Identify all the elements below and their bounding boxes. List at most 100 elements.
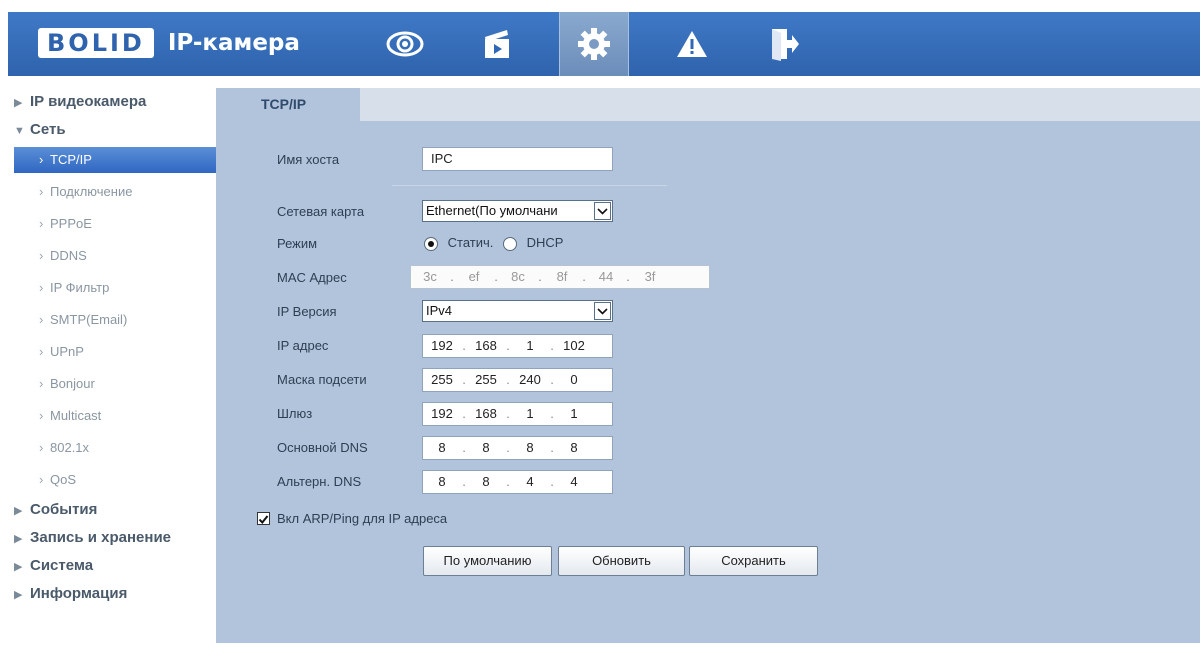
sidebar-item-bonjour[interactable]: › Bonjour — [8, 368, 218, 400]
chevron-right-icon: › — [39, 184, 44, 199]
nic-label: Сетевая карта — [277, 204, 365, 219]
sidebar-item-multicast[interactable]: › Multicast — [8, 400, 218, 432]
ip-octet[interactable]: 168 — [467, 335, 505, 357]
tab-tcpip[interactable]: TCP/IP — [216, 88, 360, 121]
ip-octet[interactable]: 4 — [555, 471, 593, 493]
sidebar-item-ddns[interactable]: › DDNS — [8, 240, 218, 272]
sidebar-item-upnp[interactable]: › UPnP — [8, 336, 218, 368]
sidebar-item-label: DDNS — [50, 248, 87, 263]
sidebar-item-label: 802.1x — [50, 440, 90, 455]
tab-bar: TCP/IP — [216, 88, 1200, 121]
ip-octet[interactable]: 8 — [423, 471, 461, 493]
sidebar-section-label: Система — [30, 557, 94, 574]
mac-octet: 44 — [598, 269, 614, 284]
sidebar-item-connection[interactable]: › Подключение — [8, 176, 218, 208]
sidebar-section-network[interactable]: ▼ Сеть — [8, 116, 218, 144]
expand-arrow-icon: ▶ — [14, 97, 23, 109]
ip-octet[interactable]: 1 — [511, 335, 549, 357]
logout-icon[interactable] — [750, 12, 818, 76]
primary-dns-input[interactable]: 8. 8. 8. 8 — [422, 436, 613, 460]
sidebar-section-info[interactable]: ▶ Информация — [8, 580, 218, 608]
sidebar-item-qos[interactable]: › QoS — [8, 464, 218, 496]
ip-address-label: IP адрес — [277, 338, 329, 353]
chevron-right-icon: › — [39, 216, 44, 231]
sidebar-item-label: UPnP — [50, 344, 84, 359]
ip-octet[interactable]: 4 — [511, 471, 549, 493]
ip-version-value: IPv4 — [426, 303, 453, 318]
logo-title: IP-камера — [167, 30, 300, 56]
refresh-button[interactable]: Обновить — [558, 546, 685, 576]
sidebar-item-smtp[interactable]: › SMTP(Email) — [8, 304, 218, 336]
sidebar-item-tcpip[interactable]: › TCP/IP — [14, 147, 218, 173]
chevron-down-icon[interactable] — [594, 202, 611, 220]
arp-ping-label: Вкл ARP/Ping для IP адреса — [277, 511, 448, 526]
ip-octet[interactable]: 0 — [555, 369, 593, 391]
ip-octet[interactable]: 8 — [467, 471, 505, 493]
subnet-mask-label: Маска подсети — [277, 372, 367, 387]
ip-octet[interactable]: 168 — [467, 403, 505, 425]
gateway-label: Шлюз — [277, 406, 313, 421]
playback-icon[interactable] — [463, 12, 531, 76]
sidebar-item-label: PPPoE — [50, 216, 92, 231]
alarm-icon[interactable] — [658, 12, 726, 76]
ip-octet[interactable]: 1 — [511, 403, 549, 425]
ip-octet[interactable]: 192 — [423, 403, 461, 425]
gateway-input[interactable]: 192. 168. 1. 1 — [422, 402, 613, 426]
nic-select-value: Ethernet(По умолчани — [426, 203, 558, 218]
logo-badge: BOLID — [38, 28, 154, 58]
ip-octet[interactable]: 240 — [511, 369, 549, 391]
subnet-mask-input[interactable]: 255. 255. 240. 0 — [422, 368, 613, 392]
sidebar-section-events[interactable]: ▶ События — [8, 496, 218, 524]
settings-panel: Имя хоста IPC Сетевая карта Ethernet(По … — [216, 121, 1200, 643]
mode-dhcp-radio[interactable] — [503, 236, 517, 251]
nic-select[interactable]: Ethernet(По умолчани — [422, 200, 613, 222]
mac-octet: 8f — [556, 269, 568, 284]
mode-radio-group: Статич. DHCP — [424, 235, 563, 251]
chevron-right-icon: › — [39, 344, 44, 359]
live-view-icon[interactable] — [371, 12, 439, 76]
sidebar-section-storage[interactable]: ▶ Запись и хранение — [8, 524, 218, 552]
ip-address-input[interactable]: 192. 168. 1. 102 — [422, 334, 613, 358]
sidebar-item-label: QoS — [50, 472, 77, 487]
ip-octet[interactable]: 1 — [555, 403, 593, 425]
top-bar: BOLID IP-камера — [8, 12, 1200, 76]
chevron-down-icon[interactable] — [594, 302, 611, 320]
ip-version-select[interactable]: IPv4 — [422, 300, 613, 322]
ip-octet[interactable]: 8 — [423, 437, 461, 459]
mode-label: Режим — [277, 236, 318, 251]
sidebar-section-camera[interactable]: ▶ IP видеокамера — [8, 88, 218, 116]
collapse-arrow-icon: ▼ — [14, 125, 25, 137]
checkmark-icon — [258, 515, 269, 525]
mac-label: MAC Адрес — [277, 270, 347, 285]
chevron-right-icon: › — [39, 280, 44, 295]
chevron-right-icon: › — [39, 440, 44, 455]
ip-octet[interactable]: 192 — [423, 335, 461, 357]
sidebar-section-system[interactable]: ▶ Система — [8, 552, 218, 580]
sidebar-item-pppoe[interactable]: › PPPoE — [8, 208, 218, 240]
default-button[interactable]: По умолчанию — [423, 546, 552, 576]
arp-ping-checkbox[interactable] — [257, 512, 270, 525]
ip-octet[interactable]: 255 — [467, 369, 505, 391]
hostname-input[interactable]: IPC — [422, 147, 613, 171]
ip-octet[interactable]: 255 — [423, 369, 461, 391]
sidebar-item-8021x[interactable]: › 802.1x — [8, 432, 218, 464]
ip-octet[interactable]: 8 — [467, 437, 505, 459]
logo: BOLID IP-камера — [38, 26, 300, 60]
sidebar-section-label: События — [30, 501, 98, 518]
ip-octet[interactable]: 8 — [555, 437, 593, 459]
sidebar-item-label: Bonjour — [50, 376, 95, 391]
mac-octet: 3f — [644, 269, 656, 284]
chevron-right-icon: › — [39, 408, 44, 423]
primary-dns-label: Основной DNS — [277, 440, 368, 455]
chevron-right-icon: › — [39, 312, 44, 327]
settings-icon[interactable] — [559, 12, 629, 76]
sidebar-section-label: Сеть — [30, 121, 66, 138]
sidebar-item-label: IP Фильтр — [50, 280, 110, 295]
save-button[interactable]: Сохранить — [689, 546, 818, 576]
mode-dhcp-label: DHCP — [526, 235, 564, 250]
alternate-dns-input[interactable]: 8. 8. 4. 4 — [422, 470, 613, 494]
ip-octet[interactable]: 102 — [555, 335, 593, 357]
mode-static-radio[interactable] — [424, 236, 438, 251]
sidebar-item-ip-filter[interactable]: › IP Фильтр — [8, 272, 218, 304]
ip-octet[interactable]: 8 — [511, 437, 549, 459]
